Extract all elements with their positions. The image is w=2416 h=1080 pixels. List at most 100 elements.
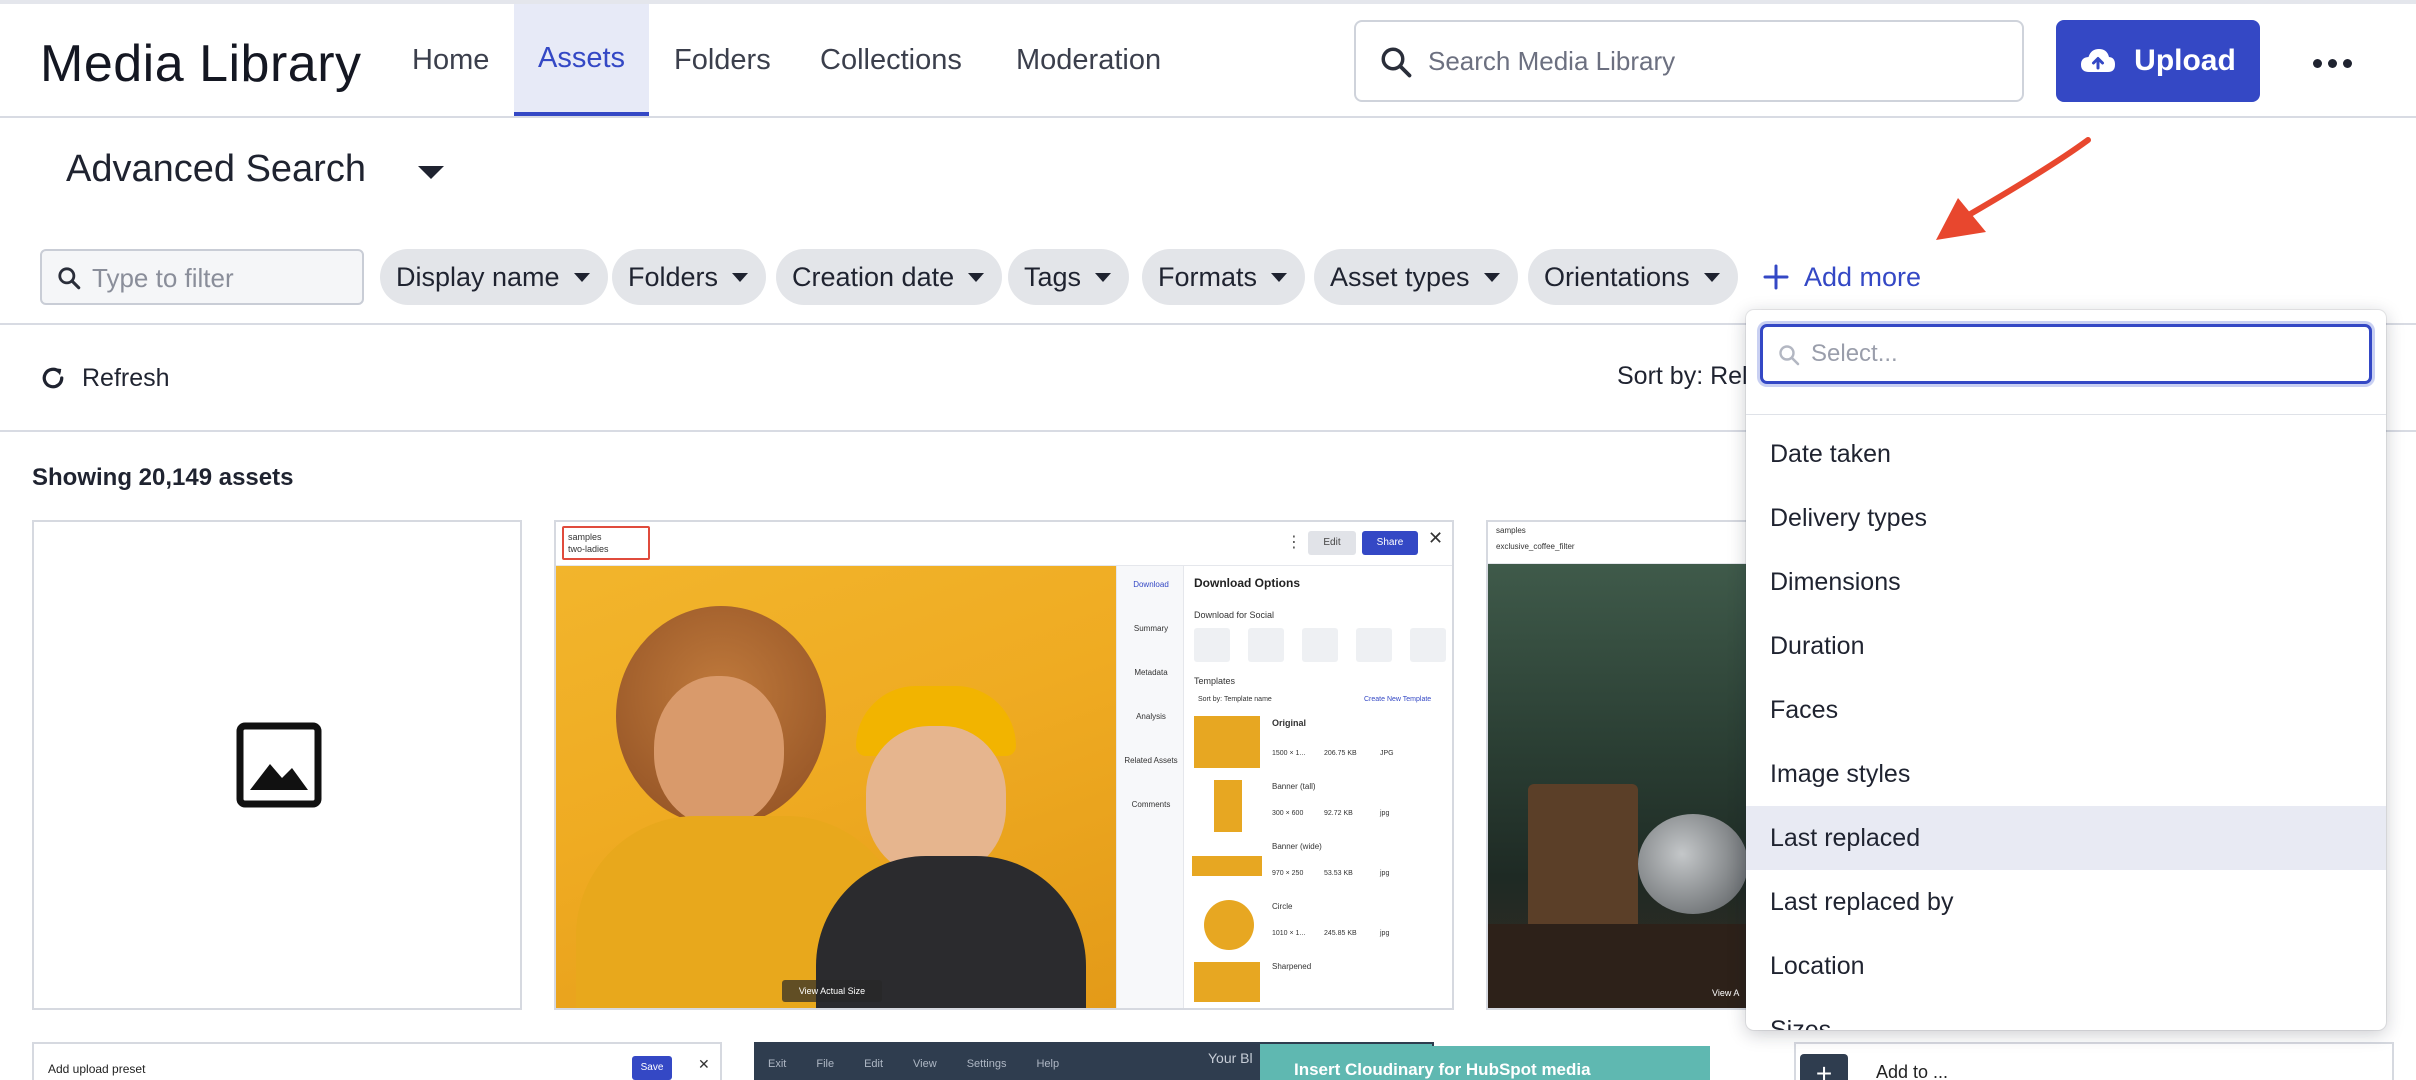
instagram-icon bbox=[1194, 628, 1230, 662]
template-format: jpg bbox=[1380, 870, 1390, 877]
editor-menu: Exit File Edit View Settings Help bbox=[768, 1058, 1059, 1070]
asset-thumbnail: View A bbox=[1488, 564, 1746, 1008]
kettle-shape bbox=[1638, 814, 1746, 914]
search-input[interactable] bbox=[1428, 38, 1998, 84]
nav-tab-folders[interactable]: Folders bbox=[650, 4, 795, 116]
annotation-arrow-icon bbox=[1936, 137, 2091, 240]
dropdown-option-duration[interactable]: Duration bbox=[1746, 614, 2386, 678]
dot-icon bbox=[2312, 58, 2322, 68]
sort-by-control[interactable]: Sort by: Rel bbox=[1617, 362, 1747, 391]
more-menu-button[interactable] bbox=[2300, 38, 2364, 88]
menu-item: Settings bbox=[966, 1058, 1007, 1070]
caret-down-icon bbox=[1703, 272, 1720, 282]
asset-name: two-ladies bbox=[568, 544, 609, 554]
app-title: Media Library bbox=[40, 35, 362, 93]
dot-icon bbox=[2342, 58, 2352, 68]
snapchat-icon bbox=[1302, 628, 1338, 662]
dropdown-option-dimensions[interactable]: Dimensions bbox=[1746, 550, 2386, 614]
advanced-search-title: Advanced Search bbox=[66, 148, 366, 190]
filter-chip-asset-types[interactable]: Asset types bbox=[1314, 249, 1518, 305]
create-template-link: Create New Template bbox=[1364, 696, 1432, 703]
dropdown-search-box[interactable] bbox=[1760, 324, 2372, 384]
filter-chip-folders[interactable]: Folders bbox=[612, 249, 767, 305]
top-header: Media Library Home Assets Folders Collec… bbox=[0, 0, 2416, 118]
filter-chip-formats[interactable]: Formats bbox=[1142, 249, 1306, 305]
menu-item: View bbox=[913, 1058, 937, 1070]
image-placeholder-icon bbox=[236, 722, 322, 808]
template-format: jpg bbox=[1380, 930, 1390, 937]
grinder-shape bbox=[1528, 784, 1638, 934]
nav-tab-moderation[interactable]: Moderation bbox=[992, 4, 1185, 116]
preview-header: samples exclusive_coffee_filter bbox=[1488, 522, 1746, 564]
facebook-icon bbox=[1248, 628, 1284, 662]
refresh-button[interactable]: Refresh bbox=[38, 360, 170, 396]
dropdown-search-input[interactable] bbox=[1811, 335, 2351, 373]
close-icon: ✕ bbox=[698, 1056, 710, 1072]
chip-label: Folders bbox=[628, 261, 719, 292]
upload-label: Upload bbox=[2134, 44, 2236, 77]
type-to-filter-box[interactable] bbox=[40, 249, 364, 305]
sort-template: Sort by: Template name bbox=[1198, 696, 1272, 703]
chip-label: Creation date bbox=[792, 261, 955, 292]
dropdown-divider bbox=[1746, 414, 2386, 415]
search-box[interactable] bbox=[1354, 20, 2024, 102]
menu-item: File bbox=[816, 1058, 835, 1070]
template-size: 245.85 KB bbox=[1324, 930, 1357, 937]
nav-tab-collections[interactable]: Collections bbox=[796, 4, 986, 116]
add-more-button[interactable]: Add more bbox=[1762, 256, 1921, 298]
asset-name-highlight: samples two-ladies bbox=[562, 526, 650, 560]
asset-card[interactable] bbox=[32, 520, 522, 1010]
template-name: Banner (tall) bbox=[1272, 782, 1316, 791]
template-size: 53.53 KB bbox=[1324, 870, 1353, 877]
asset-thumbnail: View Actual Size bbox=[556, 566, 1116, 1008]
refresh-icon bbox=[42, 367, 64, 389]
youtube-icon bbox=[1410, 628, 1446, 662]
dropdown-option-last-replaced[interactable]: Last replaced bbox=[1746, 806, 2386, 870]
type-to-filter-input[interactable] bbox=[92, 259, 352, 297]
caret-down-icon bbox=[732, 272, 749, 282]
filter-chip-tags[interactable]: Tags bbox=[1008, 249, 1130, 305]
side-tab-summary: Summary bbox=[1133, 624, 1169, 633]
dropdown-option-location[interactable]: Location bbox=[1746, 934, 2386, 998]
dropdown-option-sizes[interactable]: Sizes bbox=[1746, 998, 2386, 1031]
dropdown-option-delivery-types[interactable]: Delivery types bbox=[1746, 486, 2386, 550]
asset-card[interactable]: samples two-ladies ⋮ Edit Share ✕ View A… bbox=[554, 520, 1454, 1010]
side-tab-metadata: Metadata bbox=[1134, 668, 1168, 677]
filter-chip-creation-date[interactable]: Creation date bbox=[776, 249, 1003, 305]
caret-down-icon[interactable] bbox=[418, 166, 444, 179]
upload-button[interactable]: Upload bbox=[2056, 20, 2260, 102]
filter-chip-orientations[interactable]: Orientations bbox=[1528, 249, 1738, 305]
dropdown-option-image-styles[interactable]: Image styles bbox=[1746, 742, 2386, 806]
asset-name: exclusive_coffee_filter bbox=[1496, 542, 1575, 551]
save-button: Save bbox=[632, 1056, 672, 1080]
template-thumbnail bbox=[1192, 856, 1262, 876]
nav-tab-home[interactable]: Home bbox=[388, 4, 513, 116]
dropdown-option-date-taken[interactable]: Date taken bbox=[1746, 422, 2386, 486]
dot-icon bbox=[2327, 58, 2337, 68]
template-name: Circle bbox=[1272, 902, 1293, 911]
asset-card[interactable]: + Add to ... bbox=[1794, 1042, 2394, 1080]
dropdown-option-last-replaced-by[interactable]: Last replaced by bbox=[1746, 870, 2386, 934]
folder-name: samples bbox=[568, 532, 602, 542]
asset-card[interactable]: samples exclusive_coffee_filter View A bbox=[1486, 520, 1748, 1010]
caret-down-icon bbox=[1483, 272, 1500, 282]
filter-chip-display-name[interactable]: Display name bbox=[380, 249, 608, 305]
close-icon: ✕ bbox=[1720, 1050, 1736, 1070]
dropdown-option-faces[interactable]: Faces bbox=[1746, 678, 2386, 742]
menu-item: Edit bbox=[864, 1058, 884, 1070]
insert-banner-text: Insert Cloudinary for HubSpot media bbox=[1260, 1046, 1710, 1080]
template-name: Sharpened bbox=[1272, 962, 1312, 971]
side-tab-related: Related Assets bbox=[1124, 756, 1178, 765]
template-dims: 1500 × 1... bbox=[1272, 750, 1306, 757]
nav-tab-assets[interactable]: Assets bbox=[514, 4, 650, 116]
view-actual-size: View Actual Size bbox=[782, 980, 882, 1002]
caret-down-icon bbox=[968, 272, 985, 282]
search-icon bbox=[58, 267, 81, 290]
face-shape bbox=[654, 676, 784, 826]
share-button: Share bbox=[1362, 531, 1418, 555]
template-thumbnail bbox=[1194, 716, 1260, 768]
asset-card[interactable]: Add upload preset Save ✕ bbox=[32, 1042, 722, 1080]
template-format: jpg bbox=[1380, 810, 1390, 817]
template-format: JPG bbox=[1380, 750, 1394, 757]
menu-item: Exit bbox=[768, 1058, 787, 1070]
